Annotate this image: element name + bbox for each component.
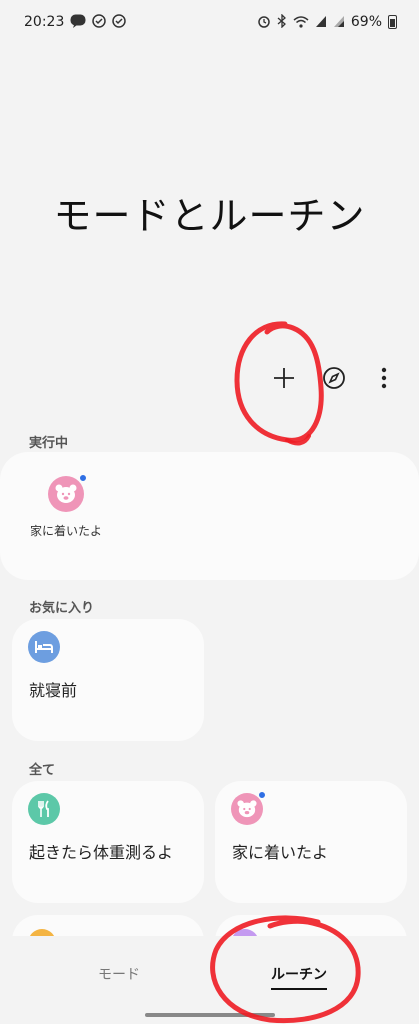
section-label-running: 実行中 <box>29 436 69 451</box>
section-label-favorites: お気に入り <box>29 601 95 616</box>
bottom-nav: モード ルーチン <box>0 936 419 1024</box>
more-vertical-icon <box>381 367 387 389</box>
add-routine-button[interactable] <box>269 363 299 393</box>
alarm-icon <box>257 14 271 30</box>
wifi-icon <box>293 15 309 30</box>
routine-card-home[interactable]: 家に着いたよ <box>215 781 407 903</box>
tab-selected-indicator <box>271 988 327 990</box>
status-time: 20:23 <box>24 14 65 30</box>
bear-face-icon-wrap <box>231 791 266 825</box>
running-item-label: 家に着いたよ <box>29 524 102 538</box>
check-circle-icon <box>112 14 127 30</box>
tab-routine[interactable]: ルーチン <box>224 964 374 990</box>
more-options-button[interactable] <box>369 363 399 393</box>
bear-face-icon <box>231 791 266 825</box>
favorite-card-bedtime[interactable]: 就寝前 <box>12 619 204 741</box>
routine-card-label: 起きたら体重測るよ <box>29 843 174 862</box>
bluetooth-icon <box>277 13 287 30</box>
tab-mode[interactable]: モード <box>44 964 194 984</box>
status-right: 69% <box>257 13 397 30</box>
active-dot <box>258 791 266 799</box>
signal-icon <box>333 15 345 30</box>
bear-face-icon <box>48 474 87 512</box>
battery-percent: 69% <box>350 14 382 30</box>
cutlery-icon <box>28 793 60 825</box>
page-title: モードとルーチン <box>53 194 366 238</box>
running-item[interactable]: 家に着いたよ <box>26 474 106 539</box>
line-icon <box>70 14 86 30</box>
status-bar: 20:23 69% <box>0 0 419 44</box>
section-label-all: 全て <box>29 763 56 778</box>
active-dot <box>79 474 87 482</box>
routine-card-weigh[interactable]: 起きたら体重測るよ <box>12 781 204 903</box>
battery-icon <box>388 15 397 29</box>
toolbar <box>269 360 399 396</box>
compass-icon <box>323 367 345 389</box>
cutlery-icon-wrap <box>28 793 60 825</box>
tab-routine-label: ルーチン <box>271 967 327 983</box>
favorite-card-label: 就寝前 <box>29 681 78 700</box>
bed-icon-wrap <box>28 631 60 663</box>
plus-icon <box>274 368 294 388</box>
routine-card-label: 家に着いたよ <box>232 843 329 862</box>
check-circle-icon <box>92 14 107 30</box>
signal-icon <box>315 15 327 30</box>
running-card: 家に着いたよ <box>0 452 419 580</box>
bed-icon <box>28 631 60 663</box>
home-indicator[interactable] <box>145 1013 275 1017</box>
discover-button[interactable] <box>319 363 349 393</box>
status-left: 20:23 <box>24 14 127 30</box>
